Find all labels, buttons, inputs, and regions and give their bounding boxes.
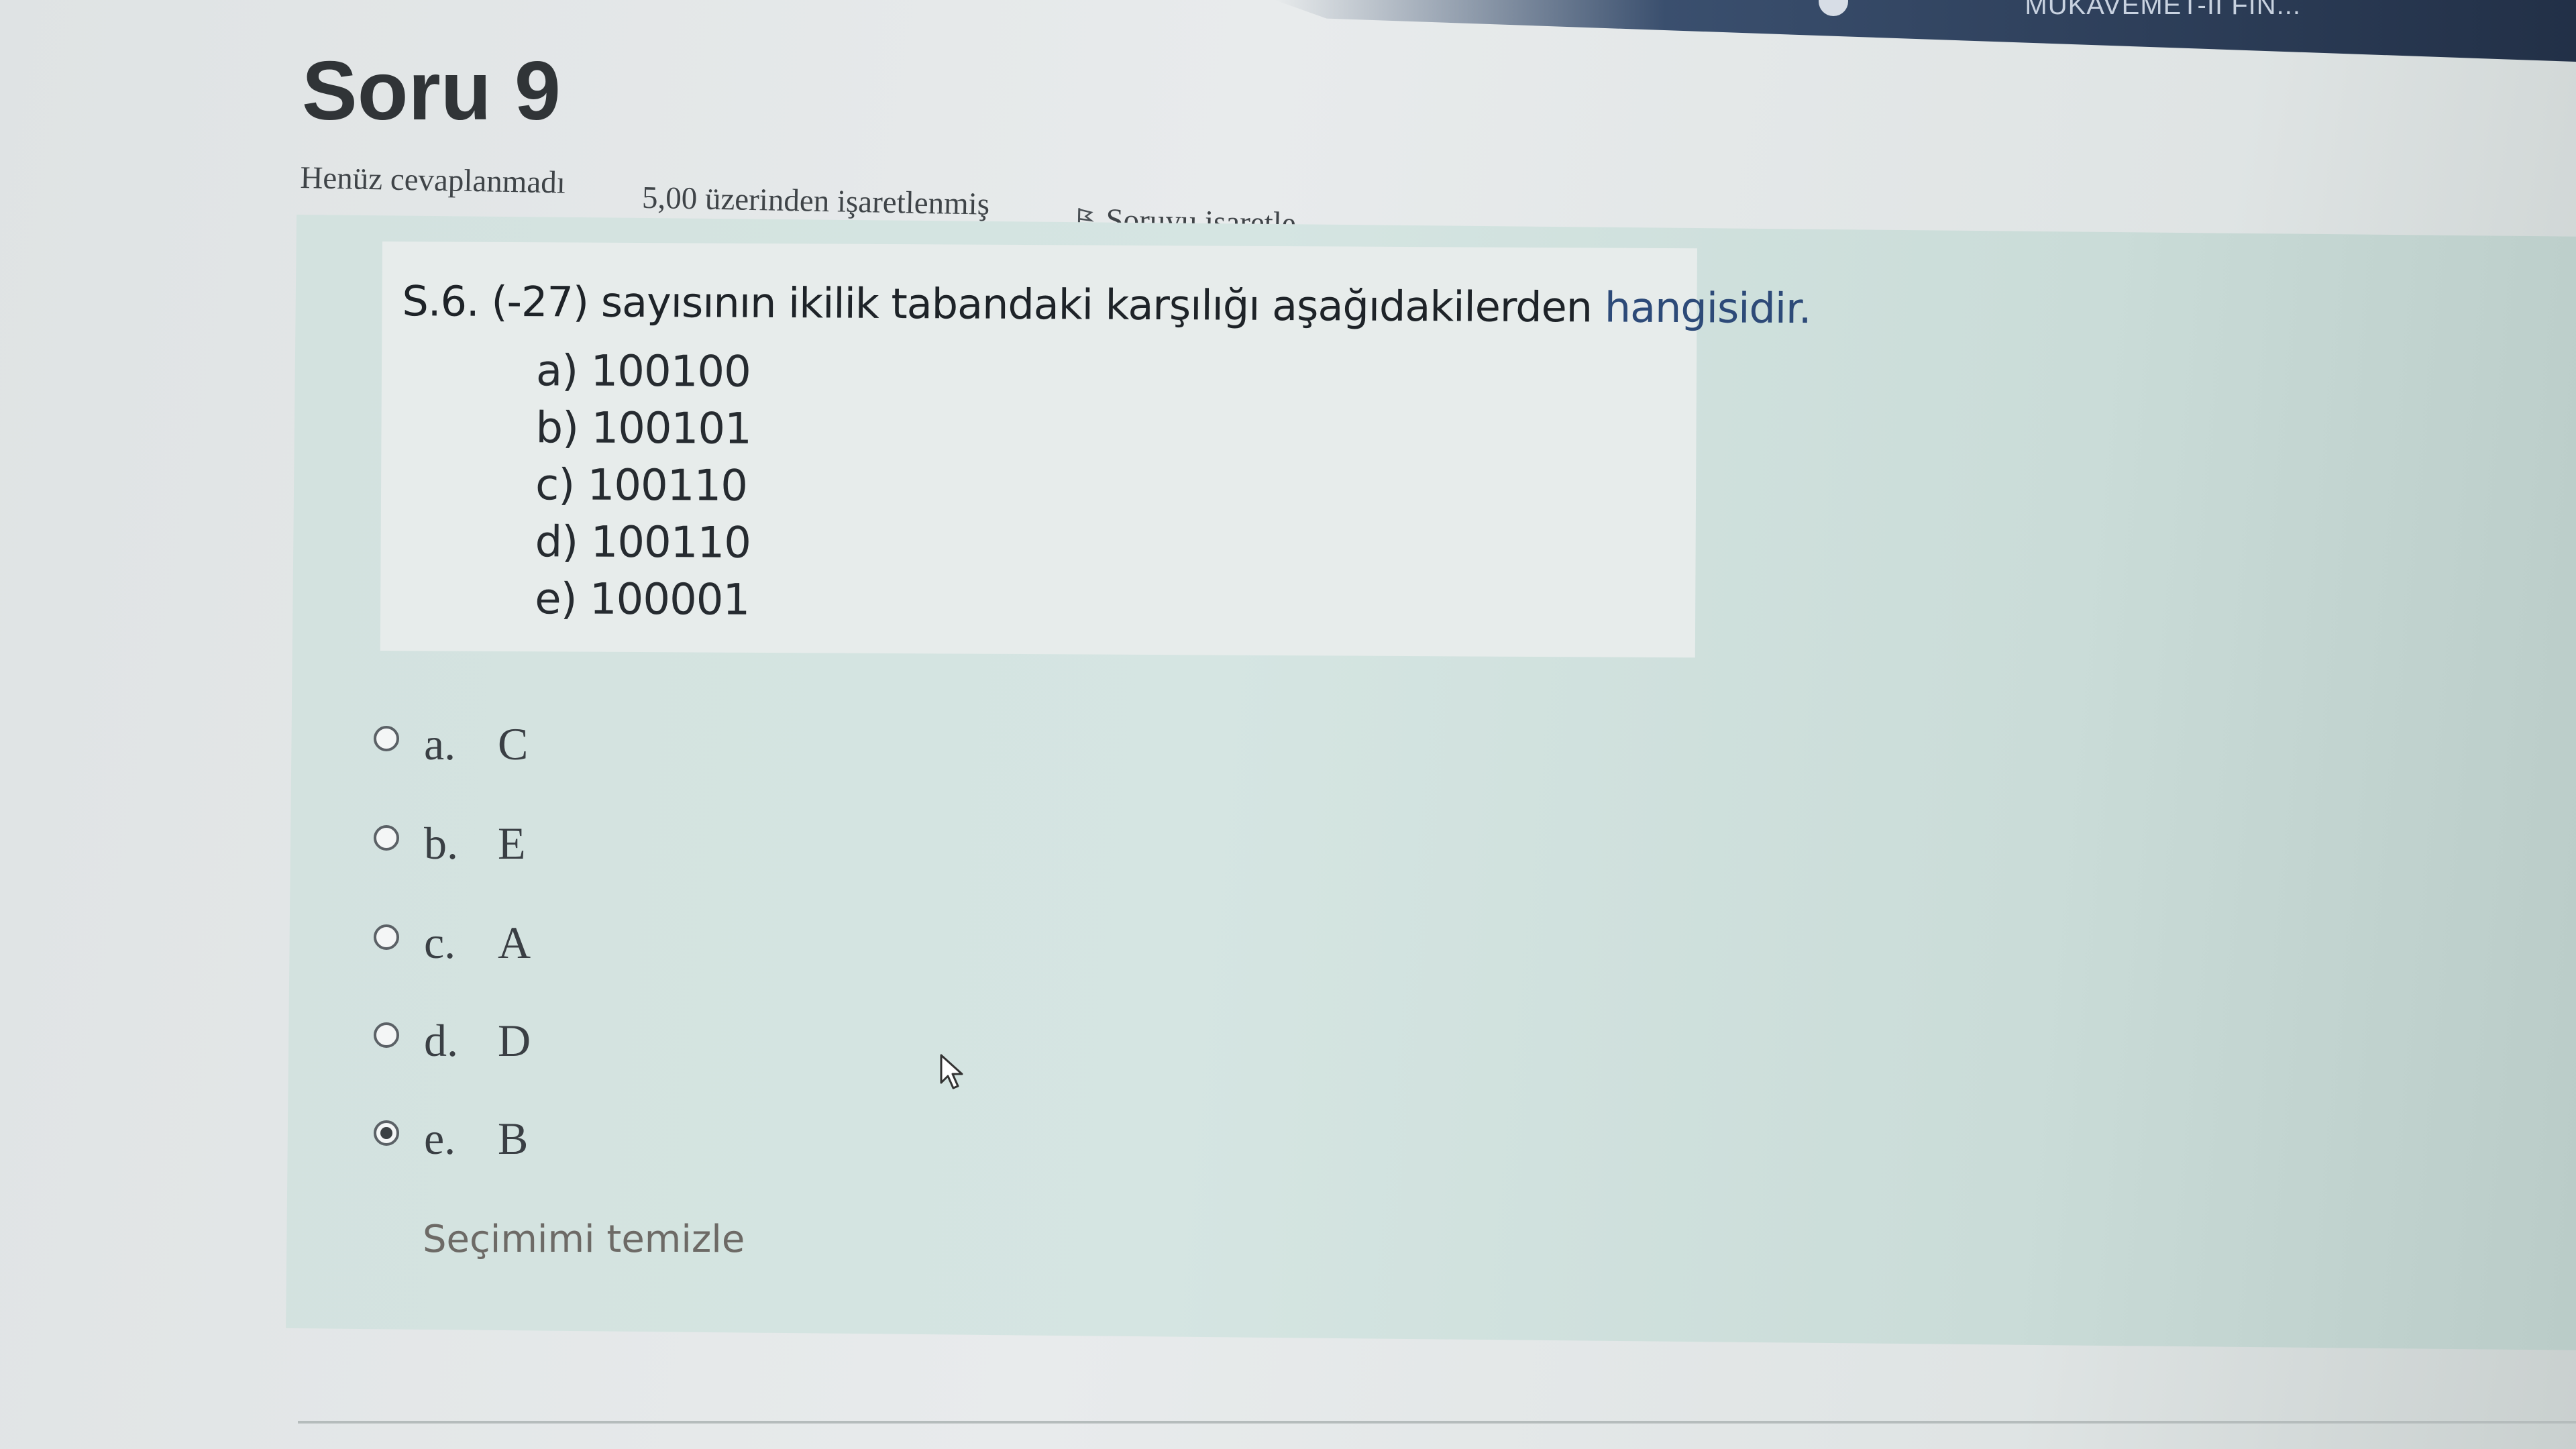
mouse-pointer-icon bbox=[940, 1054, 963, 1089]
answer-value: B bbox=[498, 1113, 529, 1164]
question-option: b) 100101 bbox=[535, 403, 751, 454]
answer-value: C bbox=[498, 718, 529, 769]
question-option: a) 100100 bbox=[535, 346, 751, 397]
question-text: S.6. (-27) sayısının ikilik tabandaki ka… bbox=[402, 276, 1811, 333]
answer-option-b[interactable]: b. E bbox=[370, 817, 639, 877]
question-option: c) 100110 bbox=[535, 460, 748, 511]
answer-letter: a. bbox=[424, 718, 456, 769]
answer-letter: e. bbox=[424, 1113, 456, 1164]
question-text-box: S.6. (-27) sayısının ikilik tabandaki ka… bbox=[380, 241, 1811, 658]
answer-letter: b. bbox=[424, 818, 458, 869]
user-icon[interactable] bbox=[1819, 0, 1848, 16]
question-text-main: S.6. (-27) sayısının ikilik tabandaki ka… bbox=[402, 276, 1593, 332]
question-text-tail: hangisidir. bbox=[1604, 282, 1811, 333]
question-title: Soru 9 bbox=[302, 45, 561, 138]
answer-letter: d. bbox=[424, 1015, 458, 1066]
answer-option-d[interactable]: d. D bbox=[370, 1014, 639, 1075]
answer-value: A bbox=[498, 917, 531, 968]
answer-value: E bbox=[498, 818, 526, 869]
radio-button-selected[interactable] bbox=[374, 1120, 399, 1146]
radio-button[interactable] bbox=[374, 1022, 399, 1048]
top-navbar: MUKAVEMET-II FIN... bbox=[1275, 0, 2576, 62]
radio-button[interactable] bbox=[374, 726, 399, 751]
question-option: e) 100001 bbox=[535, 574, 750, 625]
answer-value: D bbox=[498, 1015, 531, 1066]
quiz-page: MUKAVEMET-II FIN... Soru 9 Henüz cevapla… bbox=[0, 0, 2576, 1449]
answer-option-c[interactable]: c. A bbox=[370, 916, 639, 977]
answer-letter: c. bbox=[424, 917, 456, 968]
divider bbox=[298, 1421, 2576, 1424]
question-option-list: a) 100100 b) 100101 c) 100110 d) 100110 … bbox=[535, 343, 751, 629]
radio-button[interactable] bbox=[374, 825, 399, 851]
question-option: d) 100110 bbox=[535, 517, 751, 568]
course-title[interactable]: MUKAVEMET-II FIN... bbox=[2025, 0, 2301, 21]
answer-option-e[interactable]: e. B bbox=[370, 1112, 639, 1173]
answer-option-a[interactable]: a. C bbox=[370, 718, 639, 778]
radio-button[interactable] bbox=[374, 924, 399, 950]
question-grade: 5,00 üzerinden işaretlenmiş bbox=[641, 180, 990, 222]
clear-choice-link[interactable]: Seçimimi temizle bbox=[423, 1218, 745, 1261]
question-state: Henüz cevaplanmadı bbox=[299, 160, 566, 201]
